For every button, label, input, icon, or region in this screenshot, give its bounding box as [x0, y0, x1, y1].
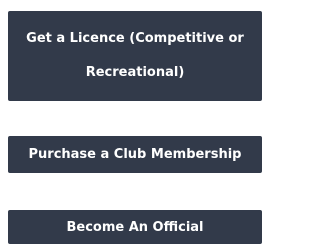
- get-a-licence-button[interactable]: Get a Licence (Competitive or Recreation…: [8, 11, 262, 101]
- become-an-official-button[interactable]: Become An Official: [8, 210, 262, 244]
- become-an-official-label: Become An Official: [66, 219, 204, 235]
- get-a-licence-label-line1: Get a Licence (Competitive or: [26, 31, 244, 46]
- purchase-club-membership-button[interactable]: Purchase a Club Membership: [8, 136, 262, 173]
- purchase-club-membership-label: Purchase a Club Membership: [28, 147, 242, 162]
- get-a-licence-label-line2: Recreational): [85, 65, 185, 80]
